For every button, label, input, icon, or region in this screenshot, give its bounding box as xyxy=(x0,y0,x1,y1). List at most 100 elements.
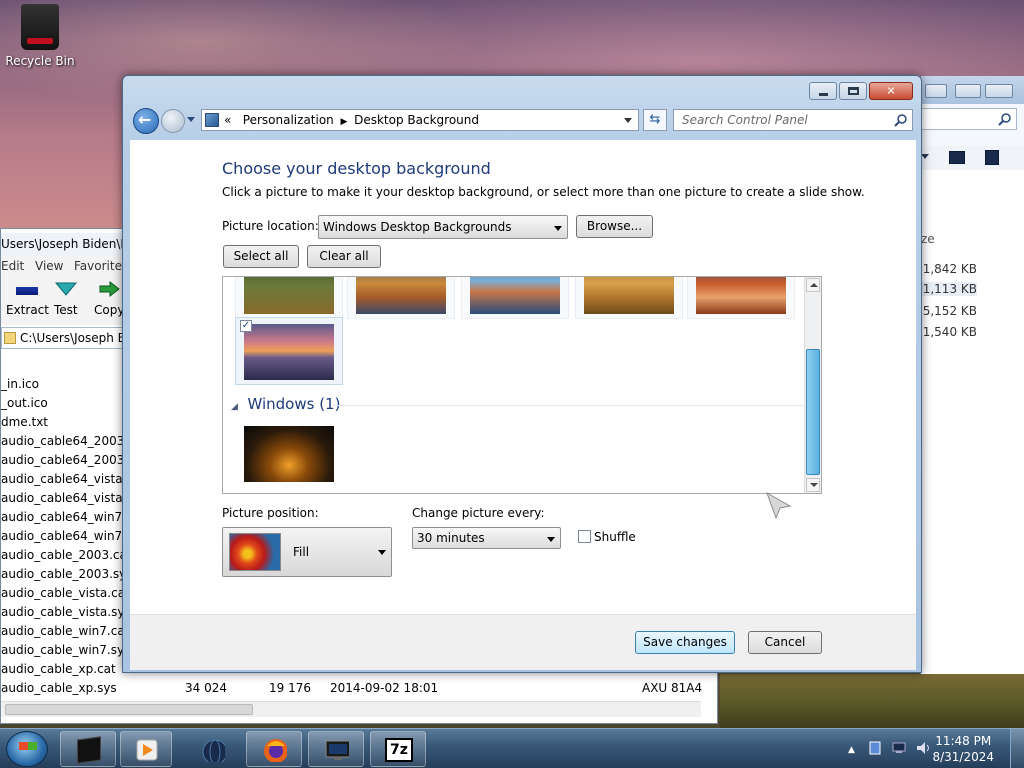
picture-thumbnail[interactable] xyxy=(235,277,343,319)
cancel-button[interactable]: Cancel xyxy=(748,631,822,654)
zip-menu-favorites[interactable]: Favorites xyxy=(74,259,128,273)
thumbnail-image xyxy=(244,426,334,482)
taskbar-item-globe-app[interactable] xyxy=(182,731,244,767)
black-box-icon xyxy=(77,736,101,764)
scroll-down-button[interactable] xyxy=(806,478,820,492)
thumbnail-checkbox[interactable]: ✓ xyxy=(240,320,252,332)
list-item[interactable]: _in.ico xyxy=(1,377,39,396)
scrollbar-thumb[interactable] xyxy=(5,704,253,715)
zip-address-bar[interactable]: C:\Users\Joseph Bide xyxy=(1,327,131,349)
copy-button[interactable]: Copy xyxy=(94,280,125,317)
size-column-header[interactable]: ze xyxy=(921,232,935,246)
taskbar-item-media-player[interactable] xyxy=(120,731,172,767)
change-picture-label: Change picture every: xyxy=(412,506,545,520)
zip-window-title: Users\Joseph Biden\Do xyxy=(1,233,131,255)
checkbox-box[interactable] xyxy=(578,530,591,543)
back-button[interactable] xyxy=(133,108,159,134)
vertical-scrollbar[interactable] xyxy=(804,277,821,493)
view-icon[interactable] xyxy=(949,151,965,164)
list-item[interactable]: audio_cable_2003.cat xyxy=(1,548,132,567)
start-button[interactable] xyxy=(6,731,48,767)
list-item[interactable]: audio_cable_win7.cat xyxy=(1,624,129,643)
chevron-down-icon[interactable] xyxy=(624,118,632,123)
list-item[interactable]: dme.txt xyxy=(1,415,48,434)
list-item[interactable]: audio_cable_vista.cat xyxy=(1,586,130,605)
select-all-button[interactable]: Select all xyxy=(223,245,299,268)
picture-gallery[interactable]: ✓ ◢ Windows (1) xyxy=(222,276,822,494)
extract-button[interactable]: Extract xyxy=(6,281,49,317)
scroll-up-button[interactable] xyxy=(806,278,820,292)
show-hidden-icons-icon[interactable]: ▲ xyxy=(848,745,862,759)
search-input[interactable]: Search Control Panel xyxy=(673,109,913,131)
system-clock[interactable]: 11:48 PM 8/31/2024 xyxy=(932,733,994,765)
save-changes-button[interactable]: Save changes xyxy=(635,631,735,654)
maximize-button[interactable] xyxy=(955,84,981,98)
picture-thumbnail[interactable] xyxy=(347,277,455,319)
desktop-background-window[interactable]: ✕ « Personalization ▶ Desktop Background… xyxy=(122,75,922,673)
chevron-down-icon xyxy=(921,154,929,159)
picture-thumbnail[interactable] xyxy=(461,277,569,319)
taskbar-item-monitor-app[interactable] xyxy=(308,731,364,767)
explorer-window[interactable]: ze 1,842 KB 1,113 KB 745,152 KB 1,540 KB xyxy=(897,76,1024,674)
folder-icon xyxy=(4,332,16,344)
address-bar[interactable]: « Personalization ▶ Desktop Background xyxy=(201,109,639,131)
chevron-down-icon xyxy=(547,537,555,542)
globe-icon xyxy=(202,739,225,762)
list-item[interactable]: audio_cable_win7.sys xyxy=(1,643,130,662)
recycle-bin[interactable]: Recycle Bin xyxy=(4,4,76,68)
test-button[interactable]: Test xyxy=(54,281,78,317)
recent-pages-dropdown[interactable] xyxy=(187,117,195,122)
breadcrumb-desktop-background[interactable]: Desktop Background xyxy=(354,113,479,127)
picture-location-select[interactable]: Windows Desktop Backgrounds xyxy=(318,215,568,239)
forward-button[interactable] xyxy=(161,109,185,133)
navigation-bar: « Personalization ▶ Desktop Background ⇆… xyxy=(129,106,915,136)
network-icon[interactable] xyxy=(892,741,906,755)
taskbar-item-black-box-app[interactable] xyxy=(60,731,116,767)
list-item[interactable]: audio_cable_2003.sys xyxy=(1,567,133,586)
zip-menu-edit[interactable]: Edit xyxy=(1,259,24,273)
copy-label: Copy xyxy=(94,303,125,317)
picture-thumbnail[interactable] xyxy=(575,277,683,319)
refresh-button[interactable]: ⇆ xyxy=(643,109,667,131)
picture-position-label: Picture position: xyxy=(222,506,319,520)
minimize-button[interactable] xyxy=(809,82,837,100)
close-button[interactable] xyxy=(985,84,1013,98)
explorer-search-input[interactable] xyxy=(921,108,1017,130)
picture-thumbnail-selected[interactable]: ✓ xyxy=(235,317,343,385)
7zip-icon: 7z xyxy=(385,738,413,762)
group-header-windows[interactable]: ◢ Windows (1) xyxy=(231,395,340,413)
file-attributes: AXU 81A4 xyxy=(642,681,703,695)
file-size: 34 024 xyxy=(185,681,227,695)
search-icon xyxy=(894,114,907,127)
shuffle-checkbox[interactable]: Shuffle xyxy=(578,530,636,544)
media-player-icon xyxy=(136,739,158,761)
file-modified: 2014-09-02 18:01 xyxy=(330,681,439,695)
change-picture-value: 30 minutes xyxy=(417,531,485,545)
browse-button[interactable]: Browse... xyxy=(576,215,653,238)
picture-position-select[interactable]: Fill xyxy=(222,527,392,577)
zip-menu-view[interactable]: View xyxy=(35,259,63,273)
list-item[interactable]: audio_cable_xp.sys xyxy=(1,681,117,700)
scrollbar-thumb[interactable] xyxy=(806,349,820,475)
list-item[interactable]: audio_cable_vista.sys xyxy=(1,605,131,624)
collapse-icon: ◢ xyxy=(231,402,238,412)
list-item[interactable]: audio_cable_xp.cat xyxy=(1,662,116,681)
breadcrumb-personalization[interactable]: Personalization xyxy=(243,113,334,127)
preview-pane-icon[interactable] xyxy=(985,150,999,165)
maximize-button[interactable] xyxy=(839,82,867,100)
search-placeholder: Search Control Panel xyxy=(682,113,808,127)
picture-thumbnail[interactable] xyxy=(687,277,795,319)
change-picture-select[interactable]: 30 minutes xyxy=(412,527,561,549)
minimize-button[interactable] xyxy=(925,84,947,98)
volume-icon[interactable] xyxy=(916,741,930,755)
show-desktop-button[interactable] xyxy=(1010,729,1024,768)
taskbar-item-7zip[interactable]: 7z xyxy=(370,731,426,767)
close-button[interactable]: ✕ xyxy=(869,82,913,100)
horizontal-scrollbar[interactable] xyxy=(1,701,701,717)
picture-thumbnail[interactable] xyxy=(235,419,343,487)
breadcrumb-overflow[interactable]: « xyxy=(224,113,231,127)
clear-all-button[interactable]: Clear all xyxy=(307,245,381,268)
taskbar-item-firefox[interactable] xyxy=(246,731,302,767)
list-item[interactable]: _out.ico xyxy=(1,396,48,415)
action-center-icon[interactable] xyxy=(868,741,882,755)
